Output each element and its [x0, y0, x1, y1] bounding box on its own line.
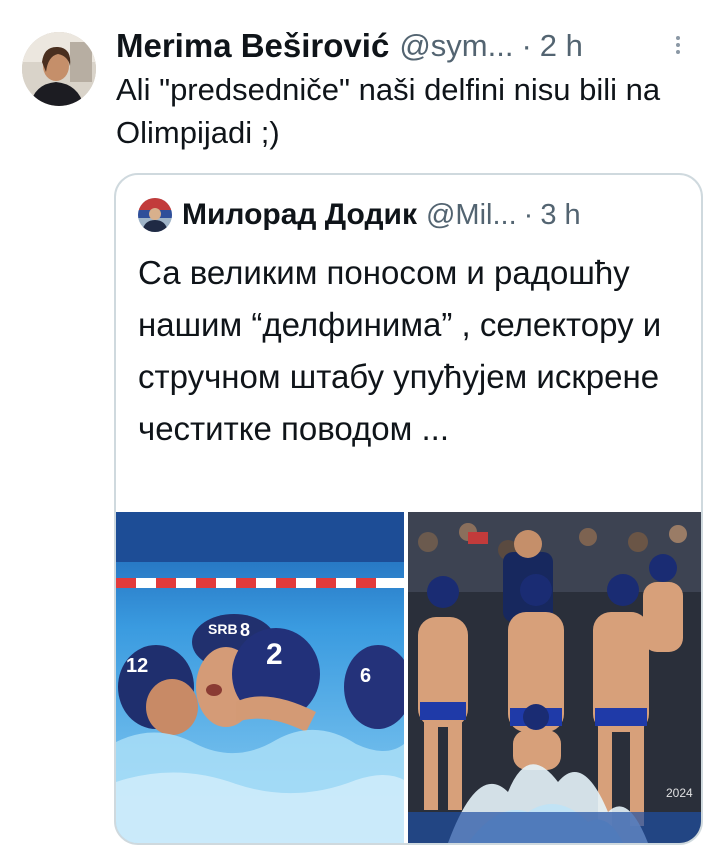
cap-text: SRB — [208, 621, 238, 637]
media-grid: 8 SRB 12 2 6 2024 — [116, 512, 701, 843]
media-image-1[interactable]: 8 SRB 12 2 6 — [116, 512, 404, 843]
cap-number: 8 — [240, 620, 250, 640]
separator-dot: · — [521, 28, 532, 63]
tweet-text: Ali "predsedniče" naši delfini nisu bili… — [116, 72, 661, 150]
quoted-author-avatar — [138, 198, 172, 232]
media-image-2[interactable]: 2024 — [408, 512, 701, 843]
watermark-text: 2024 — [666, 786, 693, 800]
quoted-author-name[interactable]: Милорад Додик — [182, 198, 417, 232]
quoted-tweet-card[interactable]: Милорад Додик @Mil... · 3 h Са великим п… — [114, 173, 703, 845]
separator-dot: · — [523, 198, 534, 231]
tweet-header: Merima Beširović @sym... · 2 h — [116, 22, 583, 70]
more-vertical-icon[interactable] — [674, 36, 682, 58]
quoted-tweet-timestamp[interactable]: 3 h — [540, 199, 580, 232]
quoted-tweet-header: Милорад Додик @Mil... · 3 h — [138, 195, 581, 235]
tweet-timestamp[interactable]: 2 h — [540, 28, 583, 64]
cap-number: 6 — [360, 665, 371, 687]
author-handle[interactable]: @sym... — [399, 28, 513, 64]
cap-number: 12 — [126, 655, 148, 677]
author-avatar[interactable] — [22, 32, 96, 106]
quoted-tweet-text: Са великим поносом и радошћу нашим “делф… — [138, 254, 662, 447]
author-name[interactable]: Merima Beširović — [116, 27, 389, 65]
quoted-author-handle[interactable]: @Mil... — [426, 199, 517, 232]
cap-number: 2 — [266, 638, 283, 671]
